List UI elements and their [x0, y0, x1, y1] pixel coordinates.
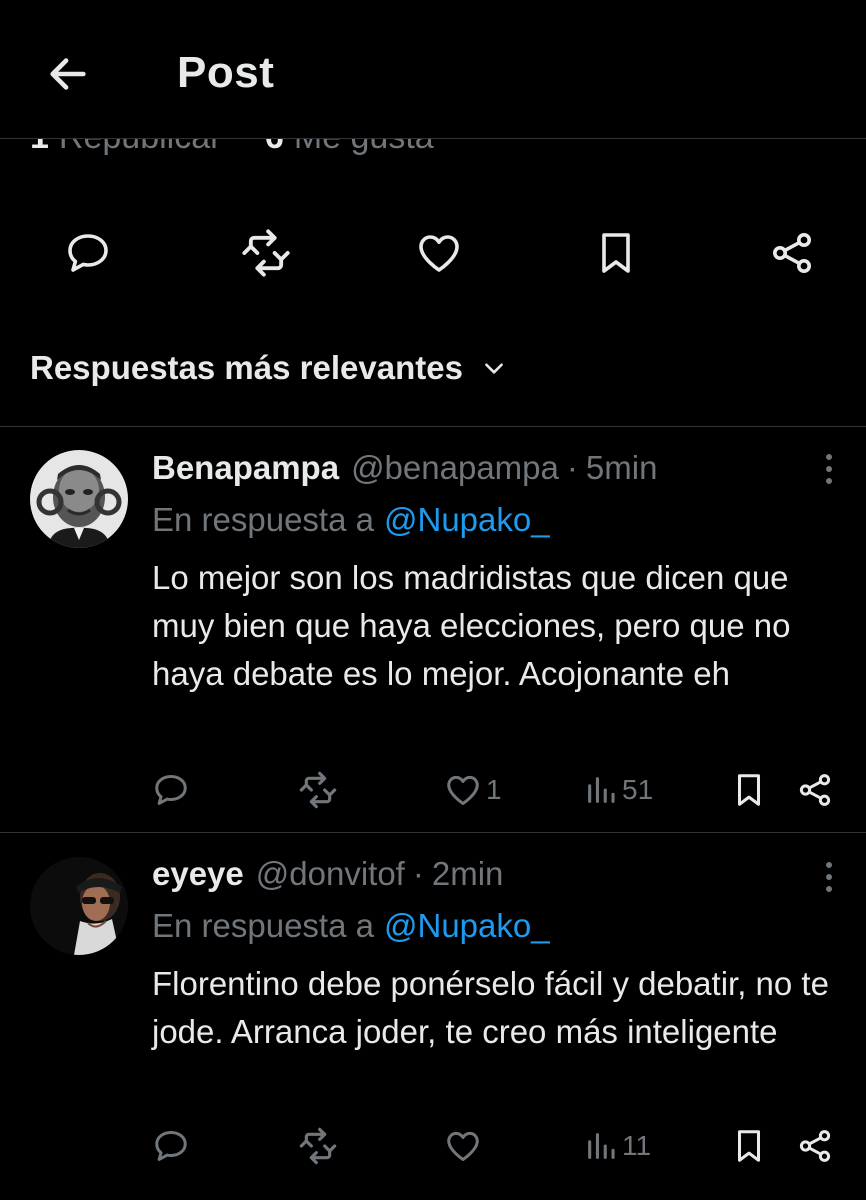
timestamp[interactable]: 5min	[586, 449, 658, 487]
views-button[interactable]: 11	[584, 1121, 651, 1171]
reply-text: Florentino debe ponérselo fácil y debati…	[152, 965, 829, 1050]
view-count: 51	[622, 774, 654, 805]
bookmark-button[interactable]	[588, 225, 644, 281]
views-chart-icon	[588, 777, 615, 803]
share-icon	[773, 233, 811, 273]
repost-button[interactable]	[298, 765, 338, 815]
more-vertical-icon	[826, 862, 832, 892]
reply-meta: eyeye @donvitof · 2min	[152, 853, 503, 895]
reply-meta: Benapampa @benapampa · 5min	[152, 447, 657, 489]
back-arrow-icon	[50, 58, 86, 90]
share-button[interactable]	[796, 1121, 834, 1171]
more-options-button[interactable]	[814, 449, 844, 489]
more-options-button[interactable]	[814, 857, 844, 897]
view-count: 11	[622, 1130, 652, 1161]
author-name[interactable]: Benapampa	[152, 449, 339, 487]
reply-text: Lo mejor son los madridistas que dicen q…	[152, 559, 791, 692]
views-button[interactable]: 51	[584, 765, 653, 815]
like-button[interactable]	[411, 225, 467, 281]
separator: ·	[566, 449, 578, 486]
top-bar: Post	[0, 0, 866, 139]
repost-button[interactable]	[298, 1121, 338, 1171]
reply-item[interactable]: eyeye @donvitof · 2min En respuesta a @Nu…	[0, 833, 866, 1200]
reply-actions: 1 51	[0, 765, 866, 815]
like-button[interactable]: 1	[444, 765, 502, 815]
bookmark-button[interactable]	[730, 1121, 768, 1171]
page-title: Post	[177, 48, 275, 97]
bookmark-icon	[602, 233, 630, 273]
post-action-bar	[0, 215, 866, 285]
author-name[interactable]: eyeye	[152, 855, 244, 893]
repost-icon	[299, 771, 337, 809]
heart-icon	[447, 1131, 479, 1161]
reply-actions: 11	[0, 1121, 866, 1171]
author-handle[interactable]: @donvitof	[256, 855, 405, 893]
bookmark-icon	[737, 774, 761, 806]
bookmark-button[interactable]	[730, 765, 768, 815]
repost-icon	[242, 229, 290, 277]
repost-icon	[299, 1127, 337, 1165]
reply-button[interactable]	[152, 1121, 190, 1171]
sort-label: Respuestas más relevantes	[30, 349, 463, 386]
share-button[interactable]	[796, 765, 834, 815]
avatar[interactable]	[30, 857, 128, 955]
reply-button[interactable]	[60, 225, 116, 281]
like-button[interactable]	[444, 1121, 486, 1171]
share-icon	[799, 774, 831, 806]
timestamp[interactable]: 2min	[432, 855, 504, 893]
in-reply-to: En respuesta a @Nupako_	[152, 501, 550, 538]
in-reply-to: En respuesta a @Nupako_	[152, 907, 550, 944]
heart-icon	[419, 235, 459, 272]
reply-icon	[155, 1131, 187, 1161]
avatar[interactable]	[30, 450, 128, 548]
heart-icon	[447, 775, 479, 805]
reply-icon	[68, 234, 108, 272]
share-icon	[799, 1130, 831, 1162]
more-vertical-icon	[826, 454, 832, 484]
repost-button[interactable]	[238, 225, 294, 281]
back-button[interactable]	[38, 46, 98, 102]
chevron-down-icon	[481, 355, 507, 381]
reply-item[interactable]: Benapampa @benapampa · 5min En respuesta…	[0, 427, 866, 832]
mention-link[interactable]: @Nupako_	[384, 501, 550, 538]
bookmark-icon	[737, 1130, 761, 1162]
share-button[interactable]	[764, 225, 820, 281]
separator: ·	[412, 855, 424, 892]
replies-sort-dropdown[interactable]: Respuestas más relevantes	[30, 345, 507, 391]
reply-icon	[155, 775, 187, 805]
like-count: 1	[486, 774, 502, 805]
views-chart-icon	[588, 1133, 615, 1159]
mention-link[interactable]: @Nupako_	[384, 907, 550, 944]
author-handle[interactable]: @benapampa	[351, 449, 559, 487]
reply-button[interactable]	[152, 765, 190, 815]
